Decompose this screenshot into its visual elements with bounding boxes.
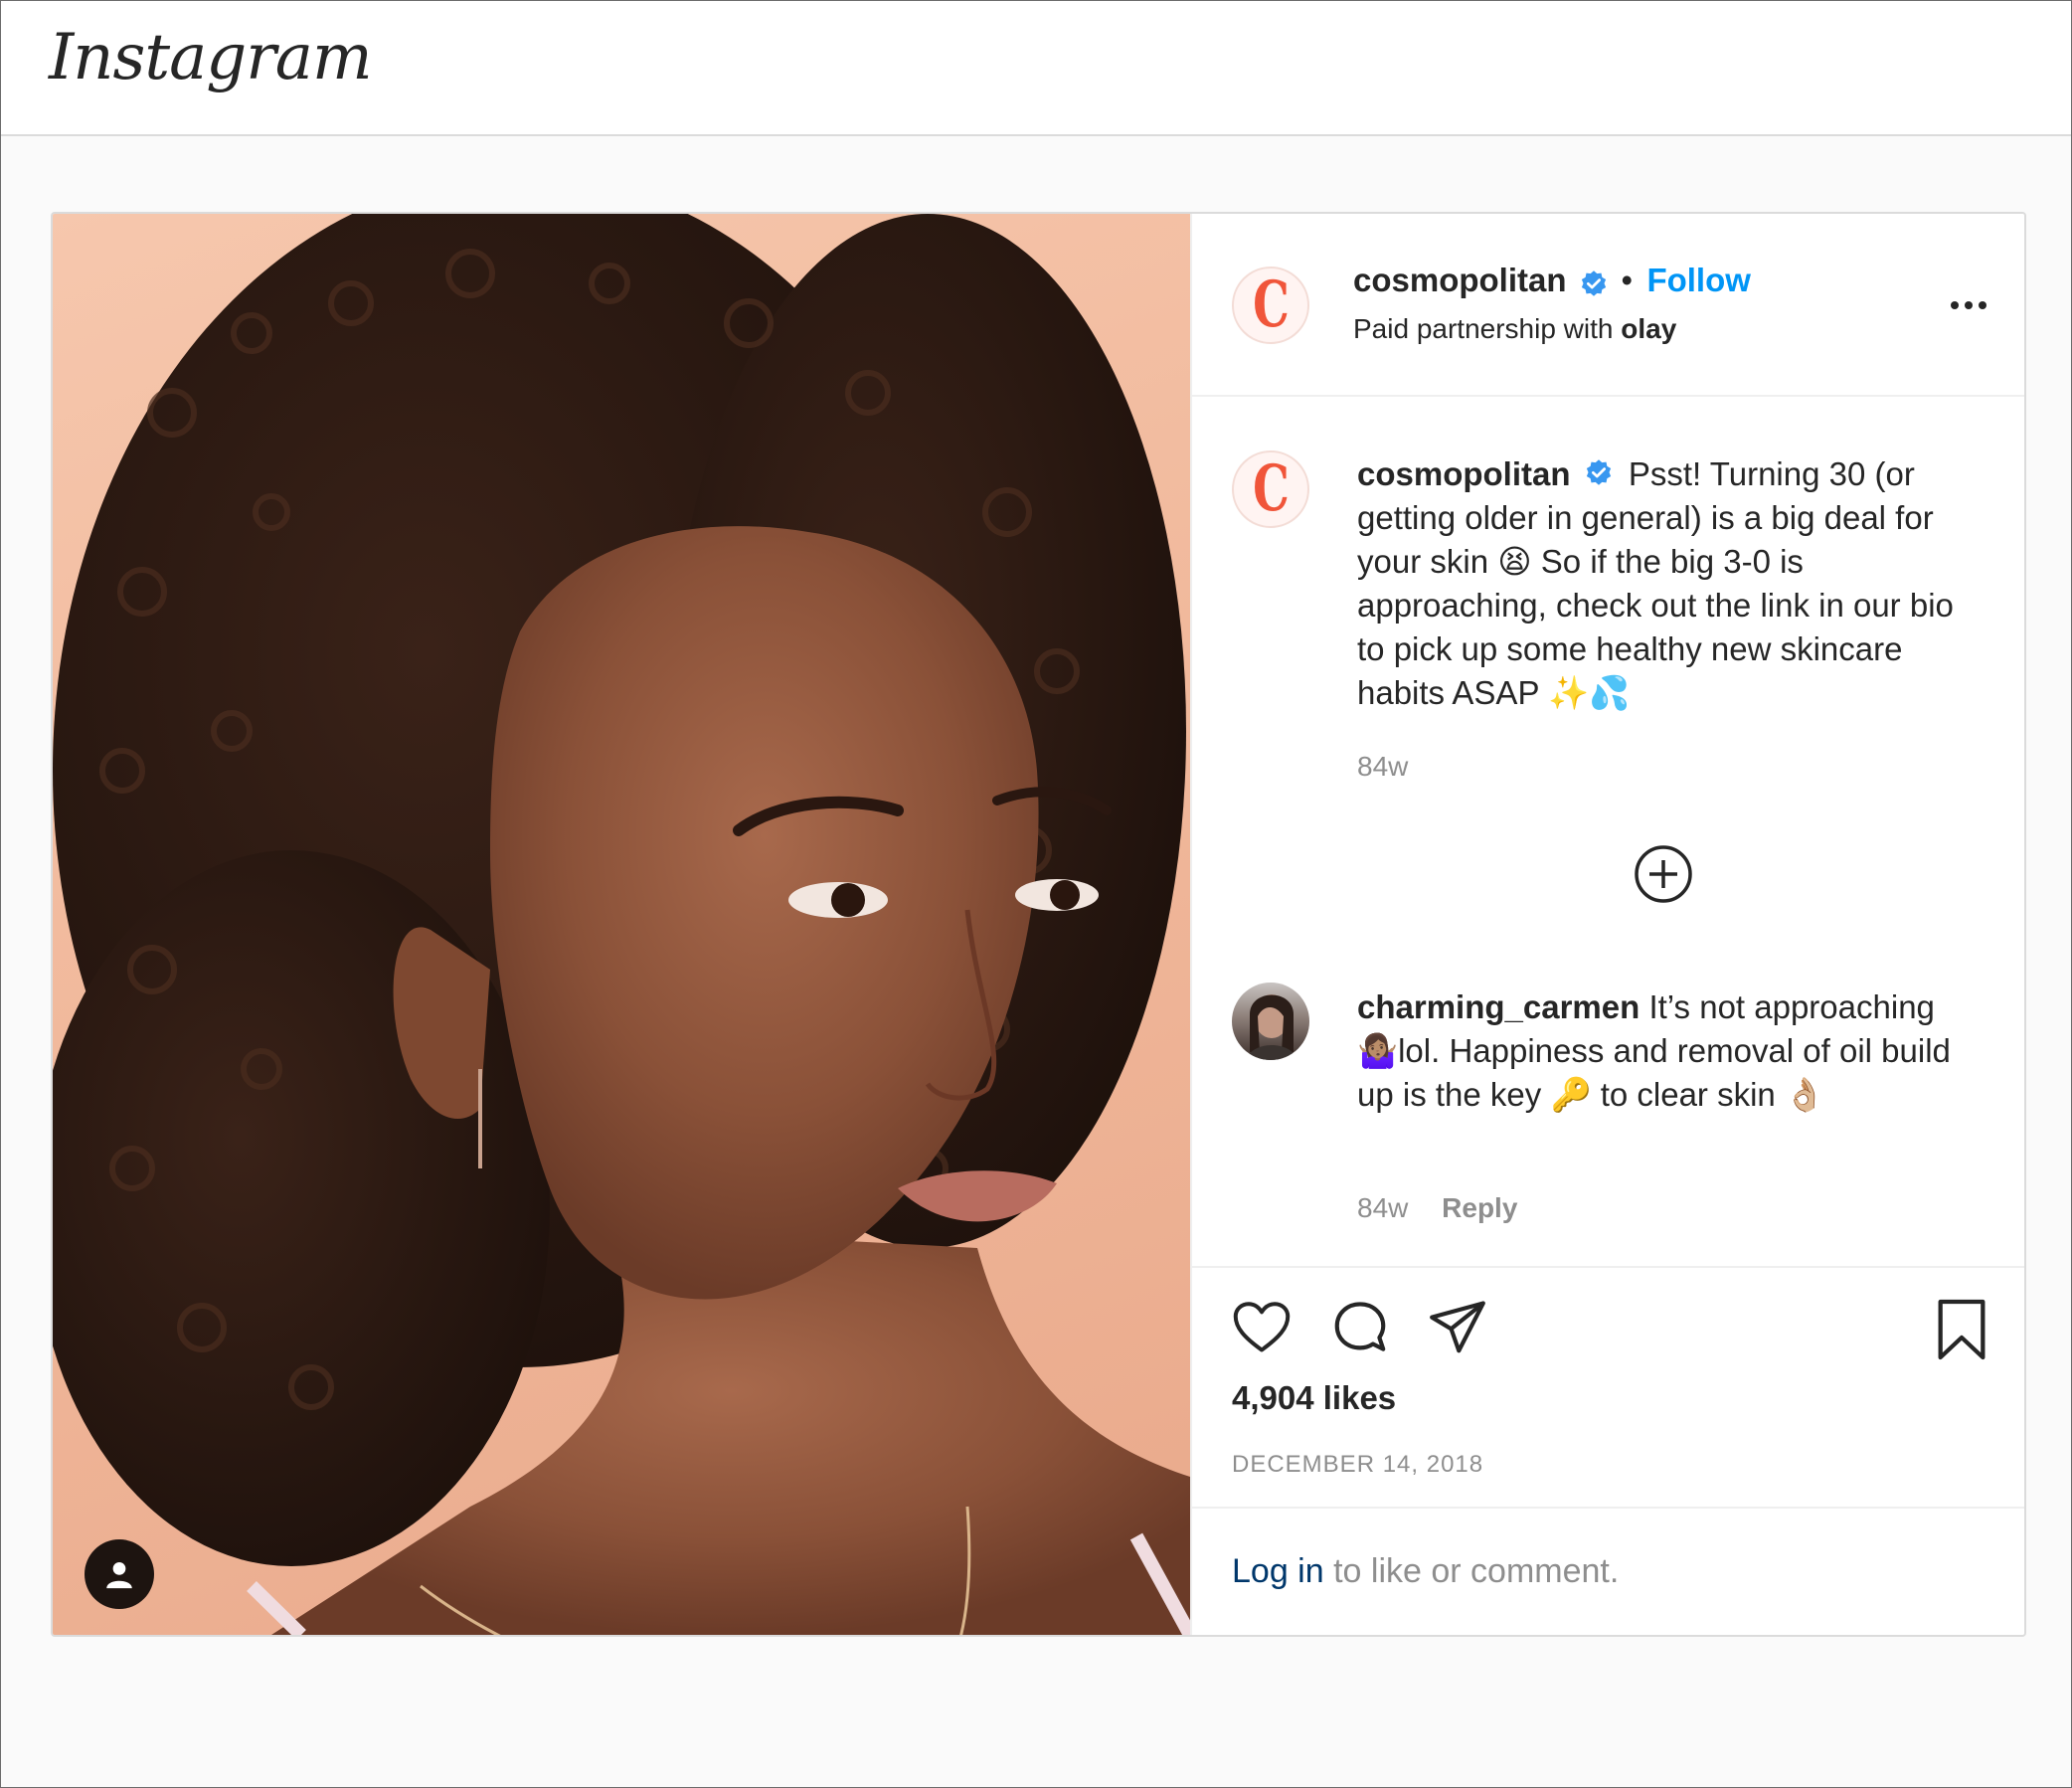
paper-plane-icon[interactable] — [1427, 1298, 1488, 1357]
login-prompt-text: Log in to like or comment. — [1232, 1552, 1620, 1590]
author-name-row: cosmopolitan • Follow — [1353, 262, 1751, 299]
partner-link[interactable]: olay — [1621, 313, 1676, 344]
comment-meta: 84w Reply — [1357, 1192, 1517, 1224]
browser-window: Instagram C cosmopolitan • Follow Paid p… — [0, 0, 2072, 1788]
top-navigation-bar: Instagram — [1, 1, 2071, 136]
likes-count[interactable]: 4,904 likes — [1232, 1379, 1396, 1417]
commenter-username[interactable]: charming_carmen — [1357, 988, 1640, 1025]
instagram-logo[interactable]: Instagram — [49, 21, 373, 94]
plus-circle-icon[interactable] — [1634, 844, 1693, 904]
separator-dot: • — [1621, 262, 1633, 298]
post-date[interactable]: DECEMBER 14, 2018 — [1232, 1451, 1483, 1479]
comment-timestamp: 84w — [1357, 1192, 1409, 1223]
follow-button[interactable]: Follow — [1646, 262, 1750, 298]
login-prompt: Log in to like or comment. — [1192, 1507, 2024, 1635]
ellipsis-icon[interactable] — [1949, 299, 1988, 311]
login-link[interactable]: Log in — [1232, 1552, 1324, 1590]
author-username[interactable]: cosmopolitan — [1353, 262, 1567, 298]
user-tag-icon — [106, 1561, 132, 1589]
post-details-panel: C cosmopolitan • Follow Paid partnership… — [1190, 214, 2024, 1635]
tagged-user-button[interactable] — [85, 1539, 154, 1609]
caption-username[interactable]: cosmopolitan — [1357, 455, 1571, 492]
speech-bubble-icon[interactable] — [1329, 1298, 1391, 1359]
comment-body: charming_carmen It’s not approaching🤷🏽‍♀… — [1357, 985, 1974, 1117]
caption-timestamp: 84w — [1357, 751, 1409, 782]
caption-text: Psst! Turning 30 (or getting older in ge… — [1357, 455, 1954, 711]
verified-badge-icon — [1586, 459, 1611, 486]
commenter-avatar[interactable] — [1232, 983, 1309, 1060]
commenter-photo — [1246, 994, 1297, 1060]
post-actions: 4,904 likes DECEMBER 14, 2018 Log in to … — [1192, 1266, 2024, 1635]
caption: cosmopolitan Psst! Turning 30 (or gettin… — [1357, 452, 1974, 715]
bookmark-icon[interactable] — [1935, 1298, 1988, 1361]
heart-icon[interactable] — [1232, 1300, 1292, 1355]
author-avatar[interactable]: C — [1232, 267, 1309, 344]
caption-author-avatar[interactable]: C — [1232, 450, 1309, 528]
verified-badge-icon — [1581, 270, 1607, 296]
portrait-illustration — [53, 214, 1190, 1635]
post-photo[interactable] — [53, 214, 1190, 1635]
partnership-label: Paid partnership with olay — [1353, 313, 1677, 344]
post-card: C cosmopolitan • Follow Paid partnership… — [51, 212, 2026, 1637]
post-header: C cosmopolitan • Follow Paid partnership… — [1192, 214, 2024, 397]
reply-button[interactable]: Reply — [1442, 1192, 1517, 1223]
